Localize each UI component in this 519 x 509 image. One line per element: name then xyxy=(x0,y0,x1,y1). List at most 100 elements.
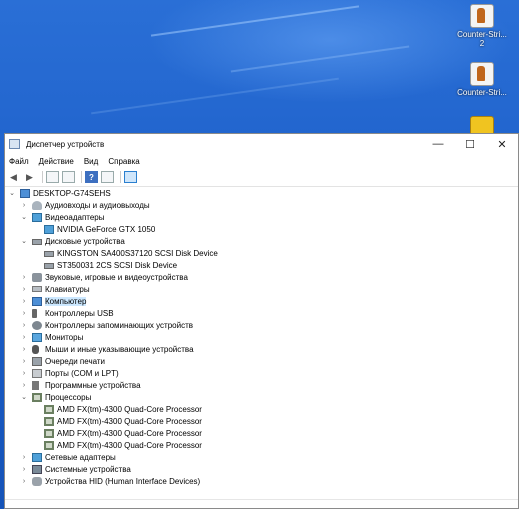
minimize-button[interactable]: — xyxy=(422,134,454,154)
collapse-arrow-icon[interactable]: › xyxy=(19,478,29,485)
tree-device[interactable]: AMD FX(tm)-4300 Quad-Core Processor xyxy=(5,439,518,451)
tree-category-label: Компьютер xyxy=(45,296,87,306)
disk-icon xyxy=(44,262,54,269)
counter-strike-icon xyxy=(470,62,494,86)
device-manager-window: Диспетчер устройств — ☐ ✕ Файл Действие … xyxy=(4,133,519,509)
tree-device[interactable]: AMD FX(tm)-4300 Quad-Core Processor xyxy=(5,415,518,427)
collapse-arrow-icon[interactable]: › xyxy=(19,322,29,329)
toolbar-separator xyxy=(42,171,43,183)
back-icon[interactable]: ◀ xyxy=(7,171,20,183)
tree-category[interactable]: › Программные устройства xyxy=(5,379,518,391)
tree-category[interactable]: ⌄ Видеоадаптеры xyxy=(5,211,518,223)
tree-category[interactable]: › Порты (COM и LPT) xyxy=(5,367,518,379)
collapse-arrow-icon[interactable]: › xyxy=(19,310,29,317)
expand-arrow-icon[interactable]: ⌄ xyxy=(7,189,17,197)
tree-device-label: ST350031 2CS SCSI Disk Device xyxy=(57,260,178,270)
title-bar[interactable]: Диспетчер устройств — ☐ ✕ xyxy=(5,134,518,154)
processor-icon xyxy=(44,404,54,414)
help-icon[interactable]: ? xyxy=(85,171,98,183)
menu-help[interactable]: Справка xyxy=(108,157,139,166)
tree-category-label: Устройства HID (Human Interface Devices) xyxy=(45,476,201,486)
maximize-button[interactable]: ☐ xyxy=(454,134,486,154)
menu-bar: Файл Действие Вид Справка xyxy=(5,154,518,168)
tree-category-label: Порты (COM и LPT) xyxy=(45,368,119,378)
tree-category[interactable]: › Аудиовходы и аудиовыходы xyxy=(5,199,518,211)
tree-category[interactable]: › Звуковые, игровые и видеоустройства xyxy=(5,271,518,283)
collapse-arrow-icon[interactable]: › xyxy=(19,370,29,377)
processor-icon xyxy=(32,392,42,402)
tree-category[interactable]: › Очереди печати xyxy=(5,355,518,367)
tree-category-label: Видеоадаптеры xyxy=(45,212,105,222)
computer-icon xyxy=(20,188,30,198)
tree-category-label: Звуковые, игровые и видеоустройства xyxy=(45,272,188,282)
collapse-arrow-icon[interactable]: › xyxy=(19,358,29,365)
tree-device[interactable]: KINGSTON SA400S37120 SCSI Disk Device xyxy=(5,247,518,259)
tree-category[interactable]: › Клавиатуры xyxy=(5,283,518,295)
collapse-arrow-icon[interactable]: › xyxy=(19,286,29,293)
tree-category[interactable]: › Системные устройства xyxy=(5,463,518,475)
horizontal-scrollbar[interactable] xyxy=(5,499,518,508)
tree-category[interactable]: › Контроллеры запоминающих устройств xyxy=(5,319,518,331)
usb-icon xyxy=(32,308,37,318)
port-icon xyxy=(32,368,42,378)
tree-category[interactable]: › Контроллеры USB xyxy=(5,307,518,319)
collapse-arrow-icon[interactable]: › xyxy=(19,346,29,353)
window-title: Диспетчер устройств xyxy=(26,139,105,149)
menu-action[interactable]: Действие xyxy=(39,157,74,166)
software-device-icon xyxy=(32,380,39,390)
device-manager-icon xyxy=(9,139,20,149)
expand-arrow-icon[interactable]: ⌄ xyxy=(19,213,29,221)
storage-controller-icon xyxy=(32,320,42,330)
menu-view[interactable]: Вид xyxy=(84,157,98,166)
expand-arrow-icon[interactable]: ⌄ xyxy=(19,393,29,401)
collapse-arrow-icon[interactable]: › xyxy=(19,466,29,473)
show-hide-console-tree-icon[interactable] xyxy=(62,171,75,183)
close-button[interactable]: ✕ xyxy=(486,134,518,154)
device-tree: ⌄ DESKTOP-G74SEHS › Аудиовходы и аудиовыход… xyxy=(5,187,518,487)
forward-icon[interactable]: ▶ xyxy=(23,171,36,183)
mouse-icon xyxy=(32,344,39,354)
collapse-arrow-icon[interactable]: › xyxy=(19,334,29,341)
processor-icon xyxy=(44,416,54,426)
expand-arrow-icon[interactable]: ⌄ xyxy=(19,237,29,245)
tree-category-label: Мониторы xyxy=(45,332,84,342)
display-adapter-icon xyxy=(44,224,54,234)
desktop-icon-label-line2: 2 xyxy=(479,39,485,48)
tree-category[interactable]: › Сетевые адаптеры xyxy=(5,451,518,463)
tree-category-label: Контроллеры запоминающих устройств xyxy=(45,320,193,330)
collapse-arrow-icon[interactable]: › xyxy=(19,298,29,305)
processor-icon xyxy=(44,440,54,450)
disk-icon xyxy=(44,250,54,257)
tree-category-label: Аудиовходы и аудиовыходы xyxy=(45,200,150,210)
properties-icon[interactable] xyxy=(46,171,59,183)
tree-category-label: Мыши и иные указывающие устройства xyxy=(45,344,194,354)
desktop-icon-cs2[interactable]: Counter-Stri... 2 xyxy=(452,4,512,48)
tree-category[interactable]: › Мыши и иные указывающие устройства xyxy=(5,343,518,355)
tree-category[interactable]: › Мониторы xyxy=(5,331,518,343)
menu-file[interactable]: Файл xyxy=(9,157,29,166)
tree-category-label: Очереди печати xyxy=(45,356,106,366)
computer-icon xyxy=(32,296,42,306)
action-pane-icon[interactable] xyxy=(101,171,114,183)
scan-hardware-icon[interactable] xyxy=(124,171,137,183)
network-adapter-icon xyxy=(32,452,42,462)
tree-device[interactable]: AMD FX(tm)-4300 Quad-Core Processor xyxy=(5,403,518,415)
collapse-arrow-icon[interactable]: › xyxy=(19,382,29,389)
tree-device[interactable]: NVIDIA GeForce GTX 1050 xyxy=(5,223,518,235)
collapse-arrow-icon[interactable]: › xyxy=(19,454,29,461)
wallpaper-streak xyxy=(91,77,339,115)
tree-category[interactable]: ⌄ Процессоры xyxy=(5,391,518,403)
tree-device[interactable]: ST350031 2CS SCSI Disk Device xyxy=(5,259,518,271)
print-queue-icon xyxy=(32,356,42,366)
processor-icon xyxy=(44,428,54,438)
tree-category[interactable]: › Устройства HID (Human Interface Devices… xyxy=(5,475,518,487)
collapse-arrow-icon[interactable]: › xyxy=(19,202,29,209)
tree-category-label: Контроллеры USB xyxy=(45,308,114,318)
tree-device[interactable]: AMD FX(tm)-4300 Quad-Core Processor xyxy=(5,427,518,439)
tree-root[interactable]: ⌄ DESKTOP-G74SEHS xyxy=(5,187,518,199)
collapse-arrow-icon[interactable]: › xyxy=(19,274,29,281)
tree-category[interactable]: ⌄ Дисковые устройства xyxy=(5,235,518,247)
tree-category[interactable]: › Компьютер xyxy=(5,295,518,307)
desktop-icon-cs[interactable]: Counter-Stri... xyxy=(452,62,512,97)
tree-device-label: NVIDIA GeForce GTX 1050 xyxy=(57,224,156,234)
